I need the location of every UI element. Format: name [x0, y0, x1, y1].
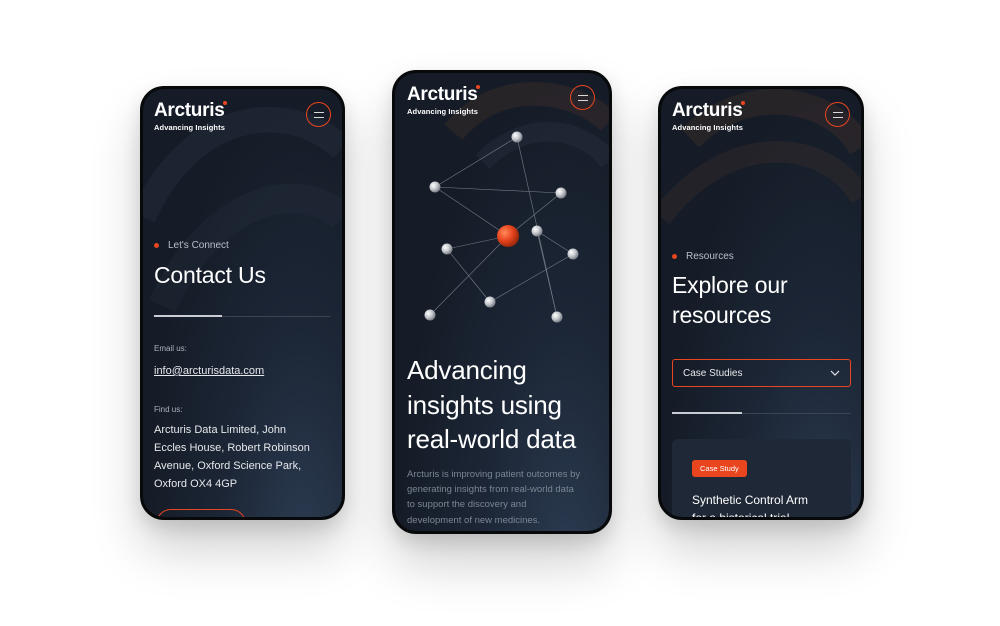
divider-highlight	[154, 315, 222, 317]
card-title: Synthetic Control Arm for a historical t…	[692, 491, 808, 517]
molecule-network-illustration	[424, 131, 579, 323]
page-title-line: resources	[672, 301, 772, 328]
contact-button[interactable]	[156, 509, 246, 517]
logo-accent-dot	[741, 101, 745, 105]
hero-intro: Arcturis is improving patient outcomes b…	[407, 467, 580, 528]
page-title: Explore our resources	[672, 271, 788, 331]
eyebrow-dot	[672, 254, 677, 259]
resource-card[interactable]: Case Study Synthetic Control Arm for a h…	[672, 439, 851, 517]
address-line: Avenue, Oxford Science Park,	[154, 460, 302, 473]
email-link[interactable]: info@arcturisdata.com	[154, 362, 264, 380]
eyebrow-label: Resources	[686, 251, 734, 262]
address-block: Arcturis Data Limited, John Eccles House…	[154, 421, 310, 494]
menu-icon-line	[833, 112, 843, 113]
chevron-down-icon	[830, 370, 840, 376]
logo-accent-dot	[223, 101, 227, 105]
hero-intro-line: to support the discovery and	[407, 499, 527, 511]
card-title-line: for a historical trial	[692, 509, 808, 517]
divider-highlight	[672, 412, 742, 414]
hero-intro-line: Arcturis is improving patient outcomes b…	[407, 469, 581, 480]
hero-intro-line: generating insights from real-world data	[407, 484, 574, 496]
brand-logo[interactable]: Arcturis Advancing Insights	[154, 101, 225, 132]
home-screen: Arcturis Advancing Insights Advancing in…	[395, 73, 609, 531]
page-title: Contact Us	[154, 262, 266, 288]
address-line: Eccles House, Robert Robinson	[154, 442, 310, 455]
select-value: Case Studies	[683, 368, 743, 379]
resources-screen: Arcturis Advancing Insights Resources Ex…	[661, 89, 861, 517]
brand-logo[interactable]: Arcturis Advancing Insights	[672, 101, 743, 132]
resource-type-select[interactable]: Case Studies	[672, 359, 851, 387]
hero-intro-line: development of new medicines.	[407, 514, 541, 526]
hero-headline: Advancing insights using real-world data	[407, 353, 576, 457]
menu-button[interactable]	[306, 102, 331, 127]
brand-tagline: Advancing Insights	[154, 123, 225, 132]
brand-tagline: Advancing Insights	[672, 123, 743, 132]
address-line: Oxford OX4 4GP	[154, 478, 238, 491]
contact-screen: Arcturis Advancing Insights Let's Connec…	[143, 89, 342, 517]
hero-headline-line: Advancing	[407, 355, 527, 385]
address-line: Arcturis Data Limited, John	[154, 424, 287, 436]
hero-headline-line: insights using	[407, 389, 562, 420]
menu-icon-line	[314, 112, 324, 113]
phone-resources: Arcturis Advancing Insights Resources Ex…	[658, 86, 864, 520]
eyebrow-dot	[154, 243, 159, 248]
phone-contact: Arcturis Advancing Insights Let's Connec…	[140, 86, 345, 520]
brand-name: Arcturis	[154, 100, 225, 121]
menu-button[interactable]	[825, 102, 850, 127]
hero-headline-line: real-world data	[407, 424, 576, 455]
page-title-line: Explore our	[672, 272, 788, 298]
email-label: Email us:	[154, 344, 187, 353]
card-title-line: Synthetic Control Arm	[692, 493, 809, 507]
menu-icon-line	[314, 117, 324, 118]
case-study-badge: Case Study	[692, 460, 747, 477]
eyebrow-label: Let's Connect	[168, 240, 229, 251]
menu-icon-line	[833, 117, 843, 118]
brand-name: Arcturis	[672, 100, 743, 121]
address-label: Find us:	[154, 405, 183, 414]
phone-home: Arcturis Advancing Insights Advancing in…	[392, 70, 612, 534]
